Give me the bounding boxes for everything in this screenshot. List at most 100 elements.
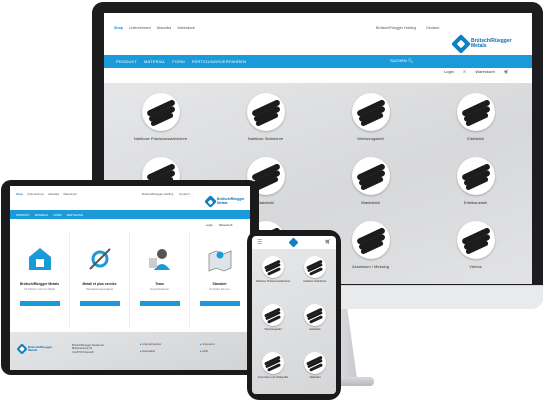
product-image bbox=[351, 93, 390, 131]
product-tile[interactable]: Edelbaustahl bbox=[423, 157, 528, 221]
tablet-main-nav: PRODUKT MATERIAL FORM FERTIGUNG bbox=[10, 210, 250, 219]
language-select[interactable]: Deutsch bbox=[179, 192, 189, 196]
nav-produkt[interactable]: PRODUKT bbox=[16, 213, 30, 217]
brand-name: Brütsch/Rüegger Metals bbox=[471, 37, 512, 49]
nav-fertigung[interactable]: FERTIGUNGSVERFAHREN bbox=[192, 59, 246, 64]
product-label: Formrohre und Hohlprofile bbox=[257, 376, 289, 379]
product-label: Stabstahl bbox=[309, 376, 321, 379]
product-tile[interactable]: Blankstahl bbox=[318, 157, 423, 221]
card-button[interactable] bbox=[19, 301, 60, 306]
tablet-logo[interactable]: Brütsch/Rüegger Metals bbox=[204, 195, 245, 208]
desktop-search-button[interactable]: SUCHEN 🔍︎ bbox=[390, 58, 420, 65]
product-label: Edelstahl bbox=[467, 136, 484, 141]
holding-link[interactable]: Brütsch/Rüegger Holding bbox=[376, 26, 416, 30]
product-tile[interactable]: Edelstahl bbox=[294, 299, 336, 347]
product-image bbox=[304, 304, 326, 326]
card-title: Team bbox=[155, 282, 164, 286]
holding-link[interactable]: Brütsch/Rüegger Holding bbox=[142, 192, 173, 196]
product-tile[interactable]: Nahtlose Präzisionsstahlrohre bbox=[108, 93, 213, 157]
card-team[interactable]: Team Ansprechpartner bbox=[130, 232, 190, 328]
product-label: Nahtlose Stahlrohre bbox=[303, 280, 327, 283]
product-tile[interactable]: Formrohre und Hohlprofile bbox=[252, 347, 294, 394]
product-image bbox=[456, 93, 495, 131]
product-tile[interactable]: Viertos bbox=[423, 221, 528, 284]
product-label: Nahtlose Präzisionsstahlrohre bbox=[133, 136, 188, 141]
desktop-top-nav: Shop Unternehmen Aktuelles Warenkorb bbox=[114, 26, 195, 30]
brand-logo-icon bbox=[204, 195, 217, 208]
product-label: Aluminium / Messing bbox=[352, 264, 389, 269]
card-subtitle: Dienstleistungsangebot bbox=[86, 288, 113, 291]
desktop-header: Shop Unternehmen Aktuelles Warenkorb Brü… bbox=[104, 13, 532, 55]
desktop-account-row: Login ☉ Warenkorb 🛒︎ bbox=[444, 69, 509, 74]
cart-icon[interactable]: 🛒︎ bbox=[504, 69, 509, 74]
user-icon[interactable]: ☉ bbox=[463, 69, 467, 74]
top-nav-shop[interactable]: Shop bbox=[16, 192, 23, 196]
house-icon bbox=[27, 246, 53, 272]
top-nav-unternehmen[interactable]: Unternehmen bbox=[27, 192, 44, 196]
product-label: Nahtlose Stahlrohre bbox=[247, 136, 284, 141]
product-tile[interactable]: Nahtlose Stahlrohre bbox=[213, 93, 318, 157]
language-select[interactable]: Deutsch bbox=[426, 26, 439, 30]
phone-logo[interactable] bbox=[288, 237, 299, 247]
cart-icon[interactable]: 🛒︎ bbox=[325, 239, 331, 245]
brand-logo-icon bbox=[451, 34, 471, 54]
footer-logo[interactable]: Brütsch/Rüegger Metals bbox=[16, 343, 52, 355]
card-subtitle: Ihr Partner rund um Metall bbox=[24, 288, 55, 291]
tablet-service-cards: Brütsch/Rüegger Metals Ihr Partner rund … bbox=[10, 232, 250, 328]
card-title: Metall et plus service bbox=[82, 282, 117, 286]
top-nav-shop[interactable]: Shop bbox=[114, 26, 123, 30]
card-button[interactable] bbox=[199, 301, 240, 306]
product-tile[interactable]: Nahtlose Präzisionsstahlrohre bbox=[252, 251, 294, 299]
nav-form[interactable]: FORM bbox=[53, 213, 61, 217]
card-location[interactable]: Standort So finden Sie uns bbox=[190, 232, 250, 328]
menu-icon[interactable]: ☰ bbox=[257, 239, 262, 246]
card-title: Standort bbox=[212, 282, 227, 286]
product-image bbox=[262, 256, 284, 278]
tablet-screen: Shop Unternehmen Aktuelles Warenkorb Brü… bbox=[10, 186, 250, 370]
product-label: Nahtlose Präzisionsstahlrohre bbox=[255, 280, 291, 283]
nav-material[interactable]: MATERIAL bbox=[35, 213, 49, 217]
tablet-main-nav-items: PRODUKT MATERIAL FORM FERTIGUNG bbox=[16, 213, 83, 217]
cart-link[interactable]: Warenkorb bbox=[219, 223, 233, 227]
map-icon bbox=[207, 246, 233, 272]
cart-link[interactable]: Warenkorb bbox=[475, 69, 494, 74]
product-image bbox=[351, 157, 390, 195]
product-image bbox=[304, 352, 326, 374]
product-image bbox=[141, 93, 180, 131]
nav-form[interactable]: FORM bbox=[172, 59, 185, 64]
card-button[interactable] bbox=[79, 301, 120, 306]
person-icon bbox=[147, 246, 173, 272]
product-tile[interactable]: Nahtlose Stahlrohre bbox=[294, 251, 336, 299]
footer-link[interactable]: AGB bbox=[200, 350, 240, 353]
login-link[interactable]: Login bbox=[206, 223, 213, 227]
product-tile[interactable]: Werkzeugstahl bbox=[318, 93, 423, 157]
nav-fertigung[interactable]: FERTIGUNG bbox=[67, 213, 83, 217]
top-nav-warenkorb[interactable]: Warenkorb bbox=[177, 26, 194, 30]
product-image bbox=[262, 304, 284, 326]
phone-header: ☰ 🛒︎ bbox=[252, 236, 336, 248]
top-nav-warenkorb[interactable]: Warenkorb bbox=[63, 192, 77, 196]
footer-links: Ansprechpartner Impressum Downloads AGB bbox=[140, 343, 240, 353]
product-tile[interactable]: Stabstahl bbox=[294, 347, 336, 394]
login-link[interactable]: Login bbox=[444, 69, 454, 74]
product-image bbox=[304, 256, 326, 278]
footer-link[interactable]: Impressum bbox=[200, 343, 240, 346]
footer-link[interactable]: Ansprechpartner bbox=[140, 343, 200, 346]
product-label: Viertos bbox=[469, 264, 482, 269]
card-button[interactable] bbox=[139, 301, 180, 306]
nav-produkt[interactable]: PRODUKT bbox=[116, 59, 137, 64]
product-tile[interactable]: Werkzeugstahl bbox=[252, 299, 294, 347]
product-tile[interactable]: Edelstahl bbox=[423, 93, 528, 157]
top-nav-unternehmen[interactable]: Unternehmen bbox=[129, 26, 151, 30]
product-label: Werkzeugstahl bbox=[357, 136, 384, 141]
top-nav-aktuelles[interactable]: Aktuelles bbox=[48, 192, 59, 196]
product-label: Edelbaustahl bbox=[463, 200, 488, 205]
desktop-logo[interactable]: Brütsch/Rüegger Metals bbox=[451, 34, 512, 54]
product-image bbox=[262, 352, 284, 374]
footer-link[interactable]: Downloads bbox=[140, 350, 200, 353]
brand-name: Brütsch/Rüegger Metals bbox=[217, 196, 245, 205]
nav-material[interactable]: MATERIAL bbox=[144, 59, 165, 64]
card-service[interactable]: Metall et plus service Dienstleistungsan… bbox=[70, 232, 130, 328]
card-company[interactable]: Brütsch/Rüegger Metals Ihr Partner rund … bbox=[10, 232, 70, 328]
top-nav-aktuelles[interactable]: Aktuelles bbox=[157, 26, 172, 30]
